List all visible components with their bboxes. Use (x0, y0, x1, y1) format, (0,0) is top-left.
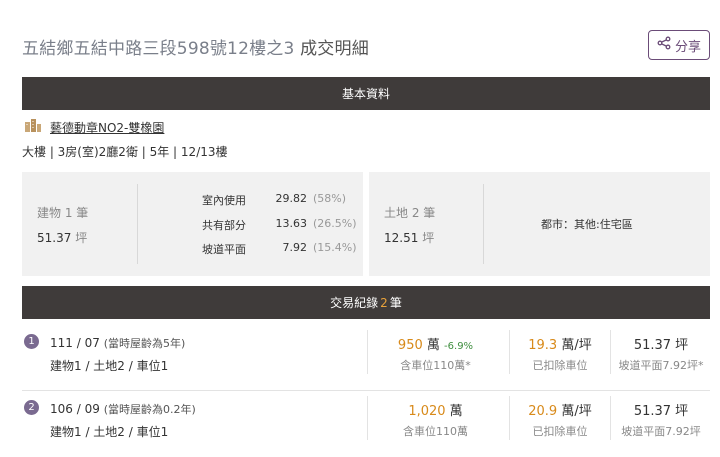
transaction-row[interactable]: 2 106 / 09 (當時屋齡為0.2年) 建物1 / 土地2 / 車位1 1… (22, 394, 710, 456)
building-panel: 建物 1 筆 51.37 坪 室內使用 29.82 (58%) 共有部分 13.… (22, 172, 363, 276)
part-name: 共有部分 (202, 219, 246, 232)
building-age: (當時屋齡為5年) (103, 337, 186, 350)
unit-price-note: 已扣除車位 (532, 425, 588, 438)
basic-info-header: 基本資料 (22, 77, 710, 110)
part-percent: (58%) (313, 192, 347, 205)
land-area-unit: 坪 (422, 231, 435, 245)
panel-divider (483, 184, 484, 264)
total-price: 950 (397, 338, 423, 353)
transaction-date: 106 / 09 (當時屋齡為0.2年) (50, 401, 196, 417)
building-area-value: 51.37 (37, 231, 72, 245)
unit-price-unit: 萬/坪 (561, 338, 592, 353)
row-index-badge: 1 (24, 334, 39, 349)
transaction-date: 111 / 07 (當時屋齡為5年) (50, 335, 185, 351)
unit-price-note: 已扣除車位 (532, 359, 588, 372)
part-row: 室內使用 29.82 (58%) (202, 192, 346, 208)
transaction-row[interactable]: 1 111 / 07 (當時屋齡為5年) 建物1 / 土地2 / 車位1 950… (22, 328, 710, 391)
community-row: 藝德動章NO2-雙橡園 (24, 119, 164, 136)
address-text: 五結鄉五結中路三段598號12樓之3 (22, 39, 295, 59)
building-area-unit: 坪 (75, 231, 88, 245)
land-area-value: 12.51 (384, 231, 419, 245)
date-value: 111 / 07 (50, 336, 100, 350)
area-note: 坡道平面7.92坪* (618, 359, 704, 372)
title-suffix: 成交明細 (300, 39, 369, 59)
panel-divider (137, 184, 138, 264)
total-area: 51.37 坪 (633, 404, 689, 419)
part-value: 13.63 (275, 217, 308, 230)
property-specs: 大樓 | 3房(室)2廳2衛 | 5年 | 12/13樓 (22, 145, 228, 159)
date-value: 106 / 09 (50, 402, 100, 416)
transactions-title: 交易紀錄 (330, 296, 379, 310)
zoning-text: 都市：其他:住宅區 (541, 218, 633, 231)
share-label: 分享 (674, 39, 701, 55)
price-change: -6.9% (444, 341, 474, 352)
part-value: 7.92 (282, 241, 308, 254)
part-row: 坡道平面 7.92 (15.4%) (202, 241, 357, 257)
page-title: 五結鄉五結中路三段598號12樓之3 成交明細 (22, 34, 369, 59)
land-panel: 土地 2 筆 12.51 坪 都市：其他:住宅區 (369, 172, 710, 276)
transactions-count: 2 (380, 295, 388, 310)
area-note: 坡道平面7.92坪 (621, 425, 701, 438)
land-area: 12.51 坪 (384, 229, 434, 246)
price-unit: 萬 (449, 404, 463, 419)
unit-price-unit: 萬/坪 (561, 404, 592, 419)
total-price-cell: 1,020 萬 含車位110萬 (367, 396, 503, 440)
part-row: 共有部分 13.63 (26.5%) (202, 217, 357, 233)
unit-price: 20.9 (528, 404, 558, 419)
row-index-badge: 2 (24, 400, 39, 415)
transactions-header: 交易紀錄 2 筆 (22, 286, 710, 319)
unit-price-cell: 20.9 萬/坪 已扣除車位 (509, 396, 610, 440)
transactions-unit: 筆 (389, 296, 402, 310)
unit-price: 19.3 (528, 338, 558, 353)
part-percent: (15.4%) (313, 241, 357, 254)
asset-breakdown: 建物1 / 土地2 / 車位1 (50, 425, 169, 439)
part-percent: (26.5%) (313, 217, 357, 230)
part-name: 坡道平面 (202, 243, 246, 256)
building-area: 51.37 坪 (37, 229, 87, 246)
area-cell: 51.37 坪 坡道平面7.92坪 (610, 396, 711, 440)
total-price: 1,020 (408, 404, 446, 419)
share-icon (657, 36, 671, 54)
total-area: 51.37 坪 (633, 338, 689, 353)
price-note: 含車位110萬 (403, 425, 468, 438)
price-note: 含車位110萬* (400, 359, 471, 372)
part-value: 29.82 (275, 192, 308, 205)
unit-price-cell: 19.3 萬/坪 已扣除車位 (509, 330, 610, 374)
share-button[interactable]: 分享 (648, 30, 710, 60)
land-count-label: 土地 2 筆 (384, 206, 436, 220)
asset-breakdown: 建物1 / 土地2 / 車位1 (50, 359, 169, 373)
community-link[interactable]: 藝德動章NO2-雙橡園 (50, 119, 164, 136)
basic-info-title: 基本資料 (341, 87, 390, 101)
building-age: (當時屋齡為0.2年) (103, 403, 196, 416)
building-count-label: 建物 1 筆 (37, 206, 89, 220)
building-icon (24, 119, 42, 136)
price-unit: 萬 (426, 338, 440, 353)
total-price-cell: 950 萬 -6.9% 含車位110萬* (367, 330, 503, 374)
part-name: 室內使用 (202, 194, 246, 207)
area-cell: 51.37 坪 坡道平面7.92坪* (610, 330, 711, 374)
